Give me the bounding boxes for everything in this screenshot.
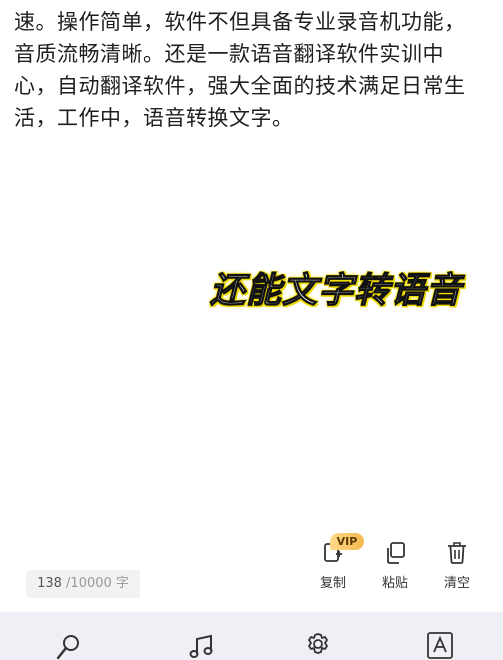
- copy-label: 复制: [319, 576, 346, 591]
- microphone-icon: [52, 635, 84, 660]
- clear-label: 清空: [443, 576, 470, 591]
- trash-icon: [445, 540, 469, 566]
- character-count: 138: [37, 576, 62, 591]
- text-line: 速。操作简单，软件不但具备专业录音机功能，: [14, 10, 466, 34]
- vip-badge: VIP: [330, 533, 364, 550]
- text-box-icon: [424, 632, 456, 660]
- paste-button[interactable]: 粘贴: [370, 540, 420, 591]
- character-limit: /10000 字: [66, 576, 129, 591]
- clear-button[interactable]: 清空: [432, 540, 482, 591]
- text-editor[interactable]: 速。操作简单，软件不但具备专业录音机功能， 音质流畅清晰。还是一款语音翻译软件实…: [14, 6, 484, 134]
- tab-record[interactable]: [52, 630, 84, 660]
- character-counter: 138 /10000 字: [26, 570, 140, 598]
- music-note-icon: [186, 634, 218, 660]
- text-line: 音质流畅清晰。还是一款语音翻译软件实训中: [14, 42, 444, 66]
- tab-text[interactable]: [424, 630, 456, 660]
- text-to-speech-screen: 速。操作简单，软件不但具备专业录音机功能， 音质流畅清晰。还是一款语音翻译软件实…: [0, 0, 503, 660]
- tab-settings[interactable]: [302, 630, 334, 660]
- text-line: 心，自动翻译软件，强大全面的技术满足日常生: [14, 74, 466, 98]
- tab-audio[interactable]: [186, 630, 218, 660]
- video-caption-overlay: 还能文字转语音: [209, 270, 463, 311]
- paste-label: 粘贴: [381, 576, 408, 591]
- settings-gear-icon: [302, 633, 334, 660]
- paste-icon: [383, 540, 407, 566]
- text-line: 活，工作中，语音转换文字。: [14, 106, 294, 130]
